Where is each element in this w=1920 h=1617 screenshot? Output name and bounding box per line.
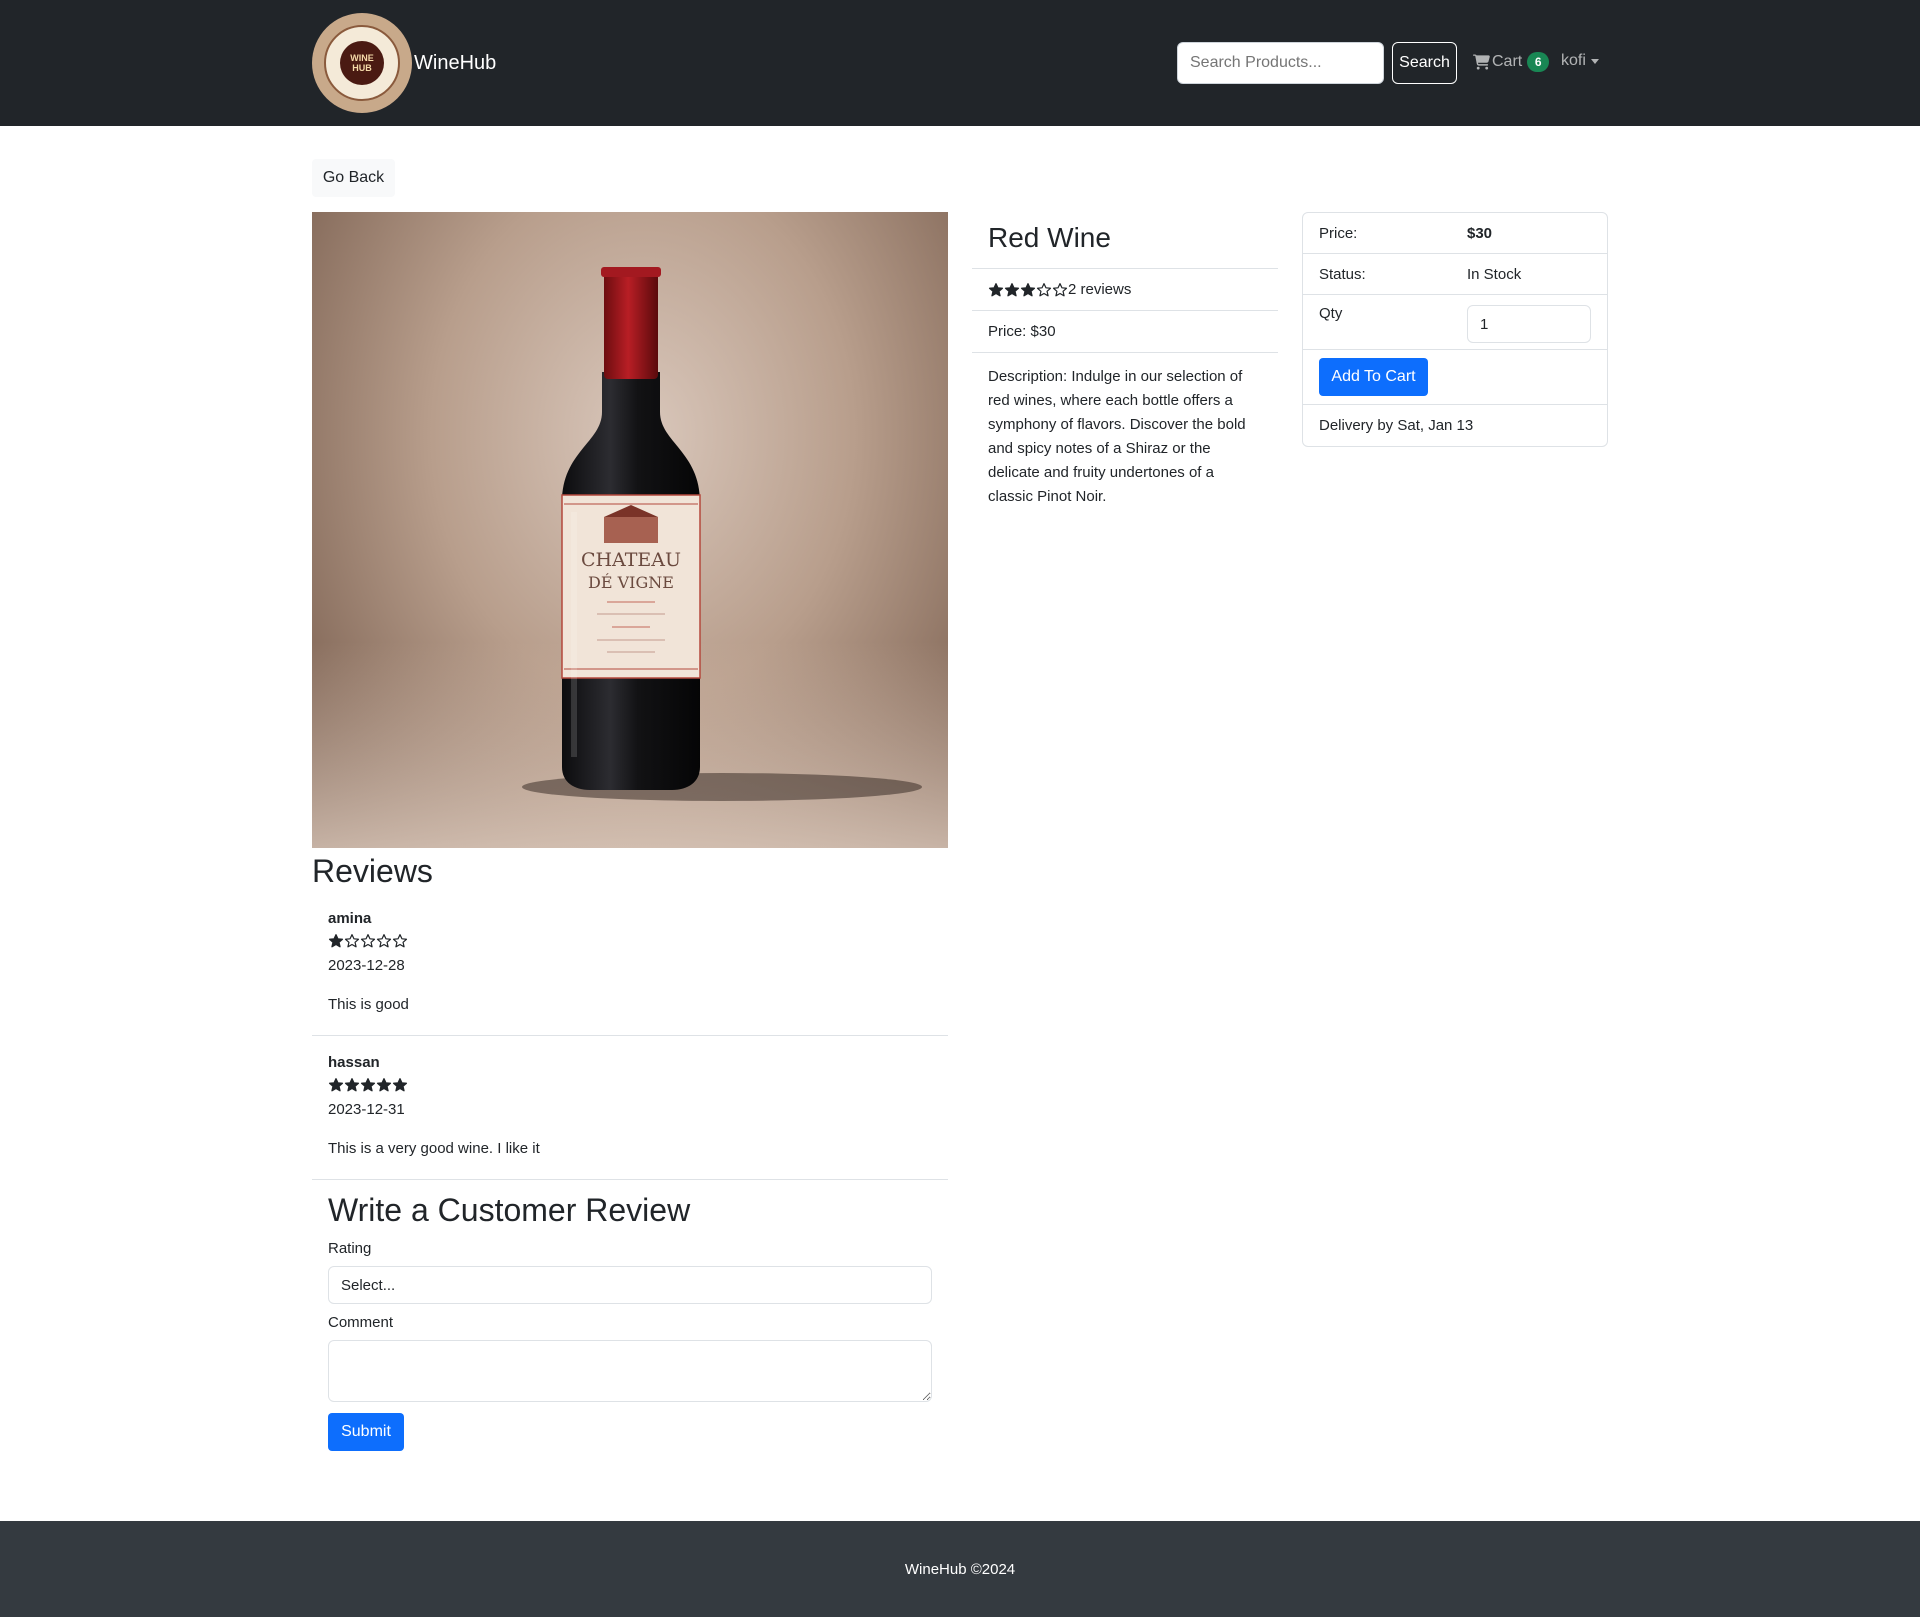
brand-name: WineHub <box>414 51 497 74</box>
review-item: amina 2023-12-28 This is good <box>312 892 948 1036</box>
reviews-title: Reviews <box>312 853 433 889</box>
submit-review-button[interactable]: Submit <box>328 1413 404 1451</box>
price-value: $30 <box>1467 224 1493 242</box>
add-to-cart-button[interactable]: Add To Cart <box>1319 358 1428 396</box>
product-description: Description: Indulge in our selection of… <box>988 368 1246 505</box>
star-filled-icon <box>1020 282 1036 296</box>
cart-icon <box>1473 54 1490 70</box>
write-review-title: Write a Customer Review <box>328 1192 691 1228</box>
star-filled-icon <box>988 282 1004 296</box>
star-filled-icon <box>344 1078 360 1092</box>
add-to-cart-row: Add To Cart <box>1303 350 1607 405</box>
comment-textarea[interactable] <box>328 1340 932 1402</box>
comment-label: Comment <box>328 1314 394 1331</box>
star-empty-icon <box>360 934 376 948</box>
product-rating: 2 reviews <box>972 269 1278 311</box>
write-review-form: Write a Customer Review Rating Select...… <box>312 1180 948 1461</box>
review-author: hassan <box>328 1054 380 1071</box>
qty-label: Qty <box>1319 305 1343 322</box>
review-date: 2023-12-28 <box>328 957 405 974</box>
review-comment: This is a very good wine. I like it <box>328 1140 540 1157</box>
status-label: Status: <box>1319 265 1366 283</box>
user-dropdown[interactable]: kofi <box>1561 52 1599 70</box>
reviews-section: Reviews amina 2023-12-28 This is good ha… <box>312 848 948 1461</box>
price-label: Price: <box>1319 224 1358 242</box>
qty-select[interactable]: 1 <box>1467 305 1591 343</box>
rating-select[interactable]: Select... <box>328 1266 932 1304</box>
product-price: Price: $30 <box>972 311 1278 353</box>
rating-select-placeholder: Select... <box>341 1276 396 1294</box>
review-item: hassan 2023-12-31 This is a very good wi… <box>312 1036 948 1180</box>
svg-text:DÉ VIGNE: DÉ VIGNE <box>588 572 674 592</box>
review-date: 2023-12-31 <box>328 1101 405 1118</box>
qty-row: Qty 1 <box>1303 295 1607 350</box>
cart-count-badge: 6 <box>1527 52 1550 72</box>
star-empty-icon <box>1036 282 1052 296</box>
reviews-count: 2 reviews <box>1068 281 1132 298</box>
svg-text:CHATEAU: CHATEAU <box>581 549 681 571</box>
star-filled-icon <box>360 1078 376 1092</box>
purchase-card: Price: $30 Status: In Stock Qty 1 Add To… <box>1302 212 1608 447</box>
brand-link[interactable]: WINE HUB WineHub <box>312 13 496 113</box>
star-empty-icon <box>344 934 360 948</box>
status-value: In Stock <box>1467 265 1522 283</box>
product-image: CHATEAU DÉ VIGNE <box>312 212 948 848</box>
star-empty-icon <box>392 934 408 948</box>
star-filled-icon <box>328 934 344 948</box>
review-rating-stars <box>328 1077 408 1093</box>
user-name: kofi <box>1561 52 1586 69</box>
cart-link[interactable]: Cart 6 <box>1473 52 1550 72</box>
cart-label: Cart <box>1492 53 1523 70</box>
chevron-down-icon <box>1590 58 1599 64</box>
review-comment: This is good <box>328 996 409 1013</box>
rating-label: Rating <box>328 1240 372 1257</box>
review-rating-stars <box>328 933 408 949</box>
product-title: Red Wine <box>972 212 1278 269</box>
navbar: WINE HUB WineHub Search Cart 6 kofi <box>0 0 1920 126</box>
search-button[interactable]: Search <box>1392 42 1457 84</box>
footer-text: WineHub ©2024 <box>904 1560 1016 1578</box>
delivery-text: Delivery by Sat, Jan 13 <box>1319 417 1474 434</box>
star-filled-icon <box>1004 282 1020 296</box>
delivery-row: Delivery by Sat, Jan 13 <box>1303 405 1607 446</box>
go-back-button[interactable]: Go Back <box>312 159 395 197</box>
footer: WineHub ©2024 <box>0 1521 1920 1617</box>
review-author: amina <box>328 910 372 927</box>
star-empty-icon <box>376 934 392 948</box>
product-details: Red Wine 2 reviews Price: $30 Descriptio… <box>972 212 1278 521</box>
star-filled-icon <box>392 1078 408 1092</box>
star-empty-icon <box>1052 282 1068 296</box>
search-input[interactable] <box>1177 42 1384 84</box>
star-filled-icon <box>328 1078 344 1092</box>
qty-value: 1 <box>1480 315 1489 333</box>
price-row: Price: $30 <box>1303 213 1607 254</box>
brand-logo: WINE HUB <box>312 13 412 113</box>
rating-stars <box>988 282 1068 298</box>
star-filled-icon <box>376 1078 392 1092</box>
status-row: Status: In Stock <box>1303 254 1607 295</box>
